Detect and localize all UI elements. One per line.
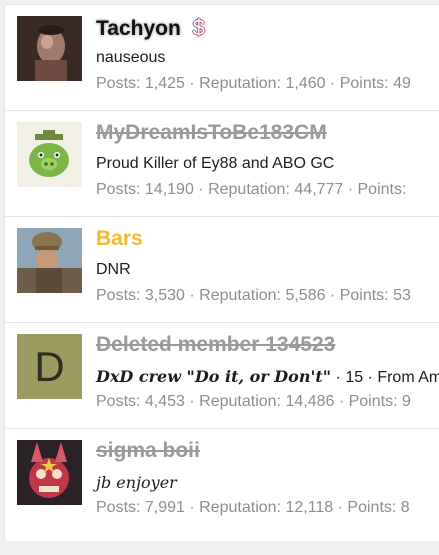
- member-stats: Posts: 1,425 · Reputation: 1,460 · Point…: [96, 75, 411, 92]
- member-name-text[interactable]: Tachyon: [96, 17, 181, 40]
- avatar[interactable]: [17, 122, 82, 187]
- member-title: DNR: [96, 261, 131, 278]
- member-name[interactable]: MyDreamIsToBe183CM: [96, 121, 327, 145]
- member-row[interactable]: Bars DNR Posts: 3,530 · Reputation: 5,58…: [5, 217, 439, 323]
- member-custom-title: DxD crew "Do it, or Don't": [96, 367, 332, 386]
- member-stats: Posts: 3,530 · Reputation: 5,586 · Point…: [96, 287, 411, 304]
- avatar-red-mask: [17, 440, 82, 505]
- member-details: · 15 · From Ams: [331, 369, 439, 386]
- avatar[interactable]: [17, 228, 82, 293]
- page-bottom-background: [0, 541, 439, 555]
- member-title: Proud Killer of Ey88 and ABO GC: [96, 155, 335, 172]
- member-row[interactable]: MyDreamIsToBe183CM Proud Killer of Ey88 …: [5, 111, 439, 217]
- avatar[interactable]: D: [17, 334, 82, 399]
- member-name[interactable]: sigma boii: [96, 439, 200, 463]
- member-stats: Posts: 7,991 · Reputation: 12,118 · Poin…: [96, 499, 410, 516]
- member-row[interactable]: Tachyon $ nauseous Posts: 1,425 · Reputa…: [5, 5, 439, 111]
- avatar[interactable]: [17, 440, 82, 505]
- member-name[interactable]: Bars: [96, 227, 143, 251]
- member-stats: Posts: 4,453 · Reputation: 14,486 · Poin…: [96, 393, 411, 410]
- avatar-photo-warrior: [17, 228, 82, 293]
- dollar-sign-icon: $: [192, 15, 205, 40]
- member-row[interactable]: D Deleted member 134523 DxD crew "Do it,…: [5, 323, 439, 429]
- avatar-photo-man: [17, 16, 82, 81]
- member-row[interactable]: sigma boii jb enjoyer Posts: 7,991 · Rep…: [5, 429, 439, 534]
- member-stats: Posts: 14,190 · Reputation: 44,777 · Poi…: [96, 181, 407, 198]
- member-title: DxD crew "Do it, or Don't" · 15 · From A…: [96, 367, 439, 387]
- avatar[interactable]: [17, 16, 82, 81]
- avatar-green-pig: [17, 122, 82, 187]
- avatar-letter: D: [34, 342, 65, 390]
- member-name[interactable]: Deleted member 134523: [96, 333, 335, 357]
- member-name[interactable]: Tachyon $: [96, 15, 205, 41]
- member-title: nauseous: [96, 49, 166, 66]
- member-list-panel: Tachyon $ nauseous Posts: 1,425 · Reputa…: [4, 4, 439, 542]
- member-title: jb enjoyer: [96, 473, 177, 492]
